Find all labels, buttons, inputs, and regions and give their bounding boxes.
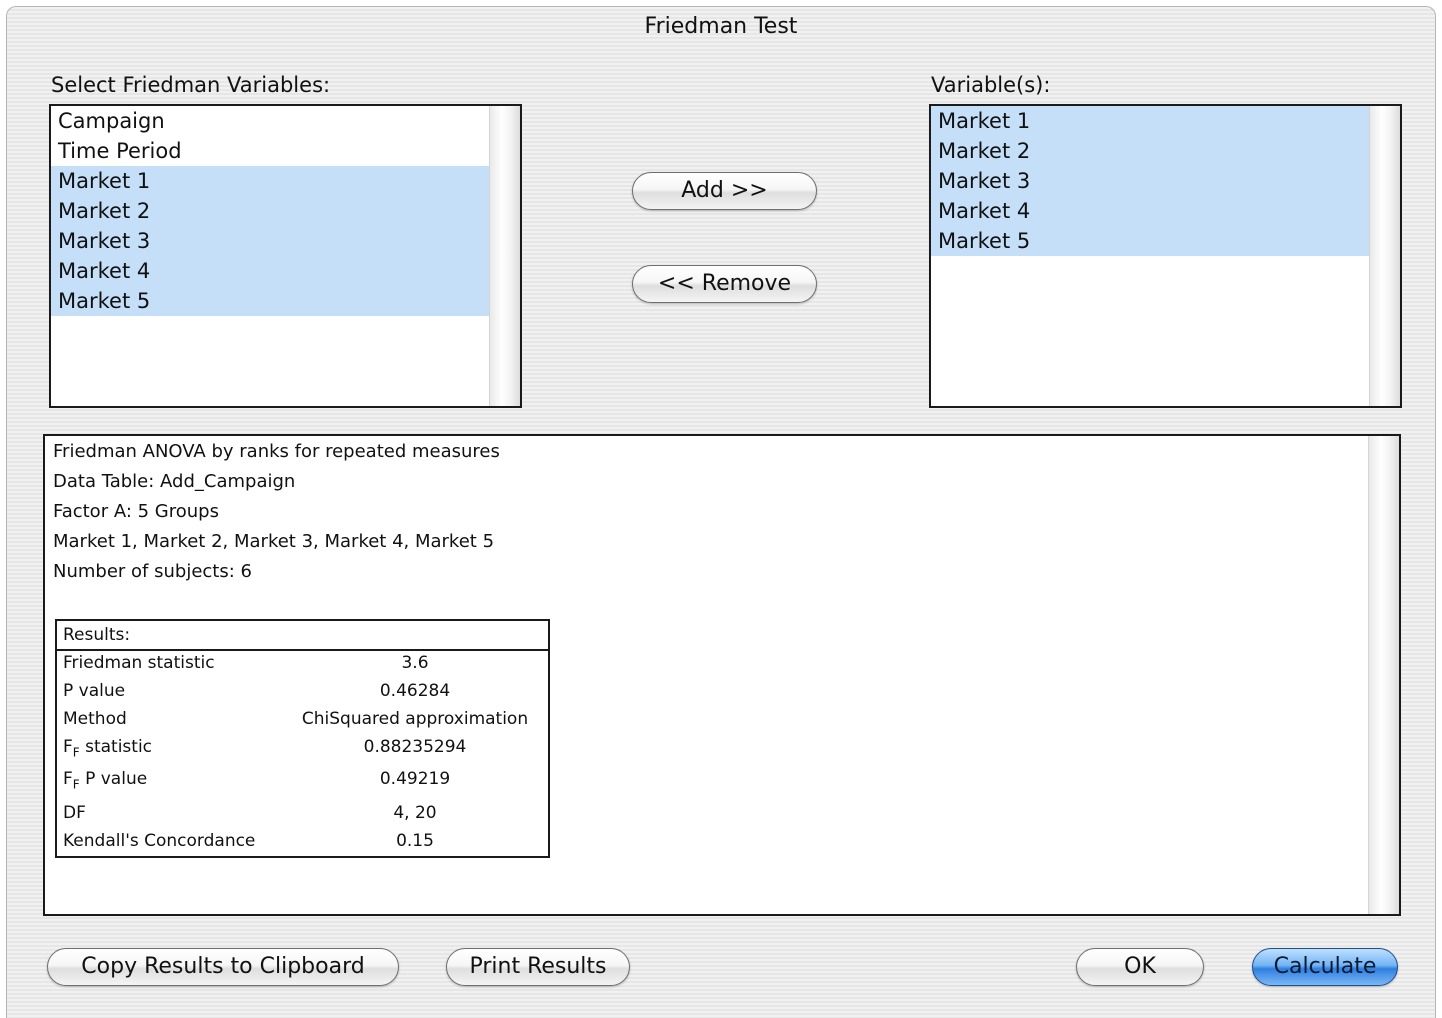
results-line-title: Friedman ANOVA by ranks for repeated mea… [53,441,500,462]
left-list-label: Select Friedman Variables: [51,73,331,97]
row-label: DF [63,803,86,823]
results-scrollbar[interactable] [1368,436,1399,914]
print-results-button[interactable]: Print Results [446,948,630,986]
row-value: 0.49219 [379,769,451,789]
results-table-header: Results: [57,621,548,651]
available-variables-list[interactable]: Campaign Time Period Market 1 Market 2 Marke… [49,104,522,408]
results-row: Kendall's Concordance 0.15 [57,831,548,859]
row-label: FF P value [63,769,148,792]
row-value: 0.46284 [379,681,451,701]
row-value: 0.15 [396,831,434,851]
results-row: P value 0.46284 [57,681,548,709]
row-label: Method [63,709,127,729]
results-line-data-table: Data Table: Add_Campaign [53,471,296,492]
friedman-dialog: Friedman Test Select Friedman Variables:… [6,6,1436,1018]
row-label: FF statistic [63,737,153,760]
row-value: ChiSquared approximation [301,709,529,729]
results-row: Method ChiSquared approximation [57,709,548,737]
remove-button[interactable]: << Remove [632,265,817,303]
copy-results-button[interactable]: Copy Results to Clipboard [47,948,399,986]
selected-variable-item[interactable]: Market 5 [931,226,1370,256]
results-row: FF statistic 0.88235294 [57,737,548,765]
window-title: Friedman Test [644,14,798,39]
results-table: Results: Friedman statistic 3.6 P value … [55,619,550,858]
selected-variables-list[interactable]: Market 1 Market 2 Market 3 Market 4 Market 5 [929,104,1402,408]
results-line-subjects: Number of subjects: 6 [53,561,252,582]
results-row: DF 4, 20 [57,803,548,831]
right-list-scrollbar[interactable] [1369,106,1400,406]
available-variable-item[interactable]: Market 3 [51,226,490,256]
ok-button[interactable]: OK [1076,948,1204,986]
results-panel[interactable]: Friedman ANOVA by ranks for repeated mea… [43,434,1401,916]
right-list-label: Variable(s): [931,73,1051,97]
left-list-scrollbar[interactable] [489,106,520,406]
available-variable-item[interactable]: Time Period [51,136,490,166]
row-label: Friedman statistic [63,653,215,673]
available-variable-item[interactable]: Market 5 [51,286,490,316]
results-line-groups: Market 1, Market 2, Market 3, Market 4, … [53,531,495,552]
available-variable-item[interactable]: Market 2 [51,196,490,226]
row-value: 3.6 [401,653,429,673]
results-row: Friedman statistic 3.6 [57,653,548,681]
row-value: 0.88235294 [363,737,467,757]
selected-variable-item[interactable]: Market 3 [931,166,1370,196]
available-variable-item[interactable]: Market 1 [51,166,490,196]
selected-variable-item[interactable]: Market 1 [931,106,1370,136]
row-label: Kendall's Concordance [63,831,256,851]
available-variable-item[interactable]: Market 4 [51,256,490,286]
selected-variable-item[interactable]: Market 4 [931,196,1370,226]
results-row: FF P value 0.49219 [57,769,548,797]
available-variable-item[interactable]: Campaign [51,106,490,136]
add-button[interactable]: Add >> [632,172,817,210]
calculate-button[interactable]: Calculate [1252,948,1398,986]
row-value: 4, 20 [393,803,437,823]
results-line-factor: Factor A: 5 Groups [53,501,219,522]
selected-variable-item[interactable]: Market 2 [931,136,1370,166]
row-label: P value [63,681,126,701]
